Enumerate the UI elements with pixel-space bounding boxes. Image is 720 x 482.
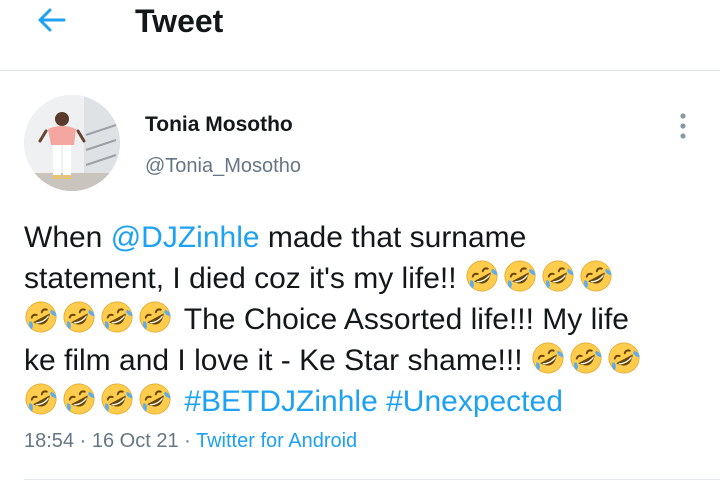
- author-name[interactable]: Tonia Mosotho: [145, 113, 293, 137]
- rofl-emoji: [138, 300, 172, 334]
- rofl-emoji: [465, 259, 499, 293]
- tweet-text: When @DJZinhle made that surname stateme…: [24, 217, 704, 422]
- mention-link[interactable]: @DJZinhle: [111, 221, 260, 254]
- rofl-emoji: [24, 300, 58, 334]
- hashtag-link[interactable]: #Unexpected: [386, 385, 563, 418]
- rofl-emoji: [24, 382, 58, 416]
- arrow-left-icon: [38, 8, 66, 32]
- rofl-emoji: [579, 259, 613, 293]
- back-button[interactable]: [34, 2, 70, 38]
- more-vertical-icon: [680, 113, 686, 139]
- tweet-meta: 18:54 · 16 Oct 21 · Twitter for Android: [24, 430, 357, 453]
- tweet-text-fragment: When: [24, 221, 111, 254]
- tweet-text-fragment: The Choice Assorted life!!! My life: [183, 303, 629, 336]
- top-bar: Tweet: [0, 0, 720, 71]
- tweet-source-link[interactable]: Twitter for Android: [196, 430, 357, 452]
- divider: [24, 479, 720, 480]
- rofl-emoji: [62, 300, 96, 334]
- rofl-emoji: [100, 382, 134, 416]
- rofl-emoji: [503, 259, 537, 293]
- tweet-line-4: ke film and I love it - Ke Star shame!!!: [24, 340, 704, 381]
- meta-separator: ·: [74, 430, 92, 452]
- tweet-text-fragment: made that surname: [259, 221, 527, 254]
- rofl-emoji: [62, 382, 96, 416]
- rofl-emoji: [569, 341, 603, 375]
- avatar[interactable]: [24, 95, 120, 191]
- tweet-line-5: #BETDJZinhle #Unexpected: [24, 381, 704, 422]
- tweet-author: Tonia Mosotho @Tonia_Mosotho: [0, 71, 720, 201]
- rofl-emoji: [138, 382, 172, 416]
- rofl-emoji: [541, 259, 575, 293]
- page-title: Tweet: [135, 3, 224, 39]
- rofl-emoji: [607, 341, 641, 375]
- rofl-emoji: [100, 300, 134, 334]
- tweet-date: 16 Oct 21: [91, 430, 179, 452]
- tweet-line-2: statement, I died coz it's my life!!: [24, 258, 704, 299]
- tweet-line-3: The Choice Assorted life!!! My life: [24, 299, 704, 340]
- tweet-text-fragment: statement, I died coz it's my life!!: [24, 262, 465, 295]
- tweet-text-fragment: ke film and I love it - Ke Star shame!!!: [24, 344, 531, 377]
- hashtag-link[interactable]: #BETDJZinhle: [184, 385, 377, 418]
- more-button[interactable]: [672, 111, 694, 141]
- tweet-time: 18:54: [24, 430, 75, 452]
- meta-separator: ·: [178, 430, 196, 452]
- author-handle[interactable]: @Tonia_Mosotho: [145, 155, 301, 178]
- avatar-image: [24, 95, 120, 191]
- rofl-emoji: [531, 341, 565, 375]
- tweet-line-1: When @DJZinhle made that surname: [24, 217, 704, 258]
